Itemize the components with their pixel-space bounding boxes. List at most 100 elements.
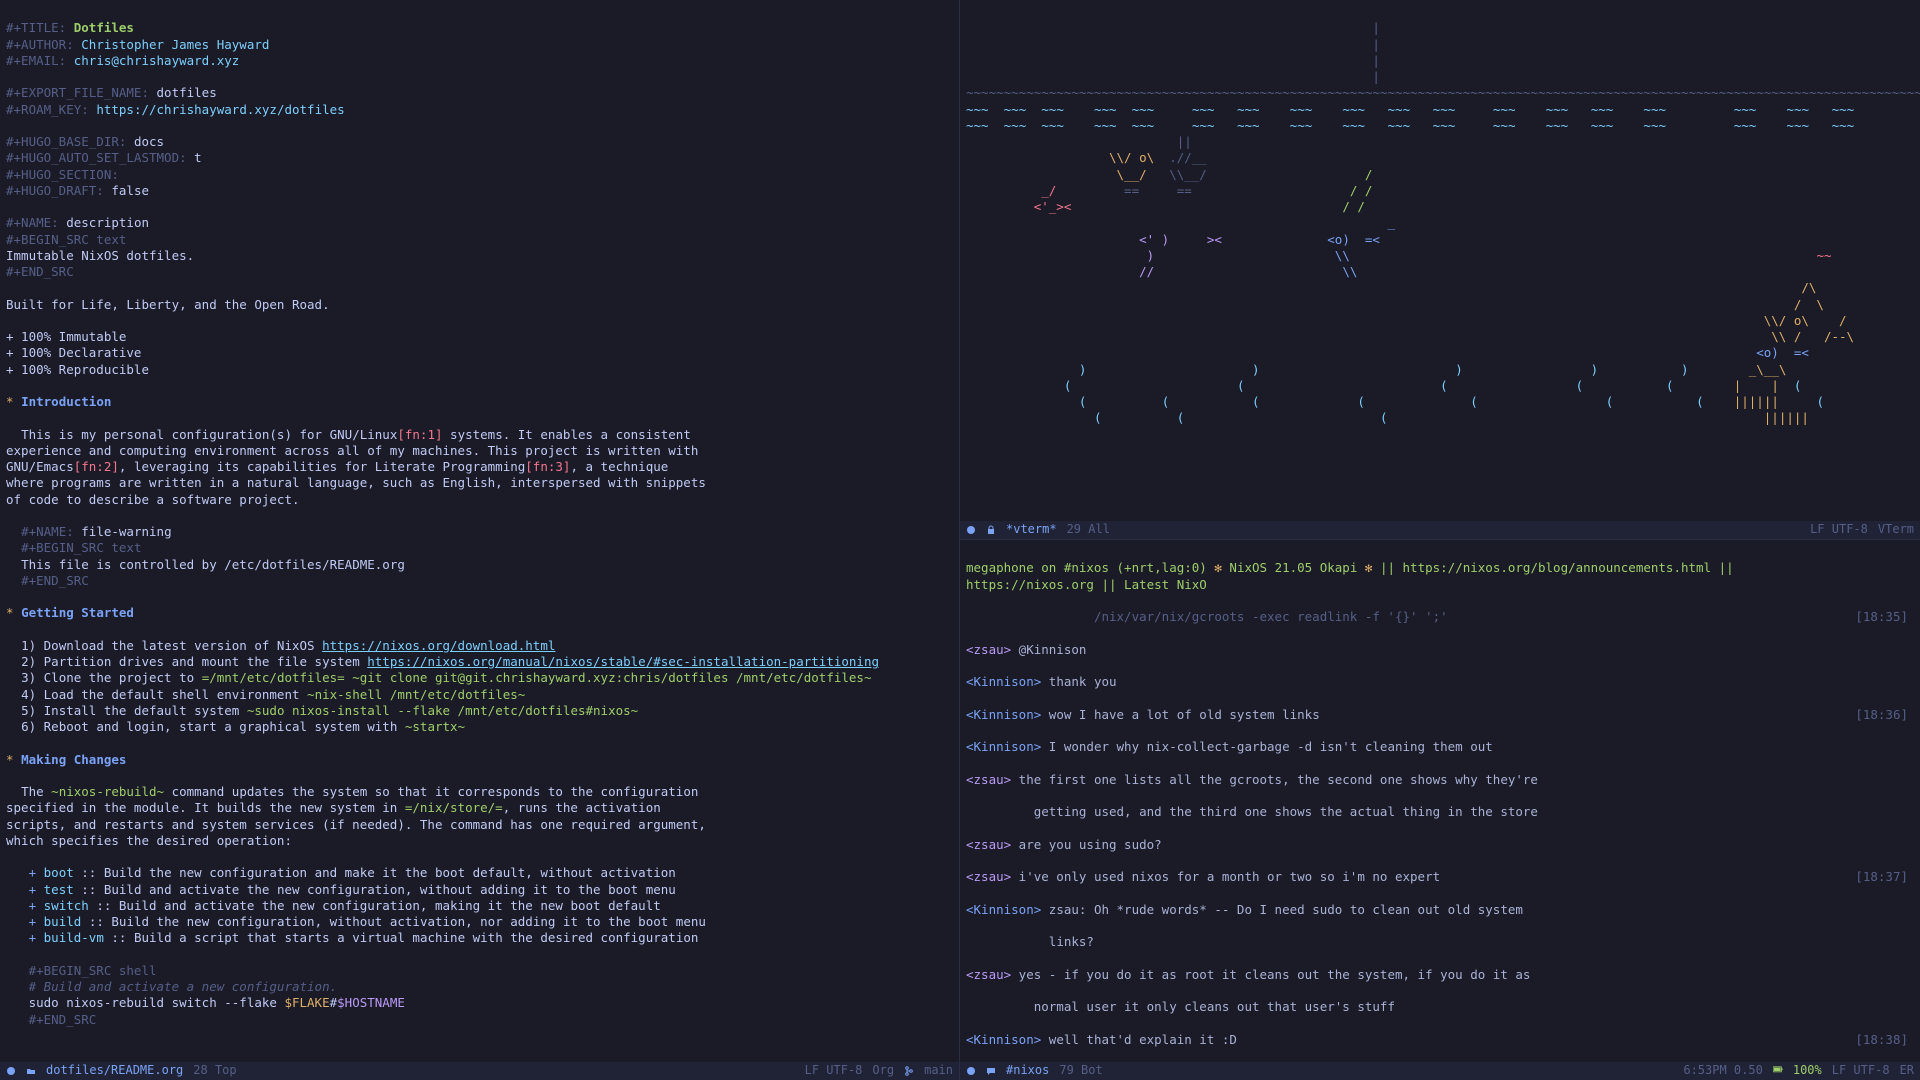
modeline-buffer[interactable]: dotfiles/README.org xyxy=(46,1063,183,1079)
meta-export-key: #+EXPORT_FILE_NAME: xyxy=(6,85,149,100)
heading-star: * xyxy=(6,605,14,620)
meta-hugo-lastmod-key: #+HUGO_AUTO_SET_LASTMOD: xyxy=(6,150,187,165)
heading-making-changes[interactable]: Making Changes xyxy=(21,752,126,767)
lock-icon xyxy=(986,525,996,535)
meta-email-key: #+EMAIL: xyxy=(6,53,66,68)
meta-author-key: #+AUTHOR: xyxy=(6,37,74,52)
folder-icon xyxy=(26,1066,36,1076)
src-body-1: Immutable NixOS dotfiles. xyxy=(6,248,194,263)
meta-roam-val: https://chrishayward.xyz/dotfiles xyxy=(96,102,344,117)
src-body-2: This file is controlled by /etc/dotfiles… xyxy=(21,557,405,572)
nixos-partition-link[interactable]: https://nixos.org/manual/nixos/stable/#s… xyxy=(367,654,879,669)
modeline-pos: 79 Bot xyxy=(1059,1063,1102,1079)
modeline-mode: ER xyxy=(1900,1063,1914,1079)
op-test: test xyxy=(44,882,74,897)
meta-export-val: dotfiles xyxy=(157,85,217,100)
org-buffer-content[interactable]: #+TITLE: Dotfiles #+AUTHOR: Christopher … xyxy=(0,0,959,1062)
begin-src-1: #+BEGIN_SRC text xyxy=(6,232,126,247)
modeline-vcs[interactable]: main xyxy=(924,1063,953,1079)
meta-hugo-base-val: docs xyxy=(134,134,164,149)
src-comment: # Build and activate a new configuration… xyxy=(29,979,338,994)
meta-name2-val: file-warning xyxy=(81,524,171,539)
op-boot: boot xyxy=(44,865,74,880)
erc-pane: megaphone on #nixos (+nrt,lag:0) ✻ NixOS… xyxy=(960,540,1920,1080)
modeline-clock: 6:53PM 0.50 xyxy=(1683,1063,1762,1079)
nixos-download-link[interactable]: https://nixos.org/download.html xyxy=(322,638,555,653)
modeline-vterm: *vterm* 29 All LF UTF-8 VTerm xyxy=(960,521,1920,539)
modeline-mode: Org xyxy=(872,1063,894,1079)
modeline-encoding: LF UTF-8 xyxy=(1810,522,1868,538)
meta-hugo-base-key: #+HUGO_BASE_DIR: xyxy=(6,134,126,149)
erc-content[interactable]: megaphone on #nixos (+nrt,lag:0) ✻ NixOS… xyxy=(960,540,1920,1062)
begin-src-2: #+BEGIN_SRC text xyxy=(21,540,141,555)
heading-intro[interactable]: Introduction xyxy=(21,394,111,409)
irc-line: <Kinnison> I wonder why nix-collect-garb… xyxy=(966,739,1914,755)
irc-line: normal user it only cleans out that user… xyxy=(966,999,1914,1015)
modeline-buffer[interactable]: #nixos xyxy=(1006,1063,1049,1079)
meta-name-key: #+NAME: xyxy=(6,215,59,230)
meta-email-val: chris@chrishayward.xyz xyxy=(74,53,240,68)
bullet-1: + 100% Declarative xyxy=(6,345,141,360)
end-src-2: #+END_SRC xyxy=(21,573,89,588)
erc-topic-cont: [18:35] /nix/var/nix/gcroots -exec readl… xyxy=(966,609,1914,625)
irc-line: <Kinnison> thank you xyxy=(966,674,1914,690)
erc-topic: megaphone on #nixos (+nrt,lag:0) ✻ NixOS… xyxy=(966,560,1914,593)
end-src-3: #+END_SRC xyxy=(29,1012,97,1027)
end-src-1: #+END_SRC xyxy=(6,264,74,279)
bullet-2: + 100% Reproducible xyxy=(6,362,149,377)
bullet-0: + 100% Immutable xyxy=(6,329,126,344)
step-2: 2) Partition drives and mount the file s… xyxy=(21,654,367,669)
modeline-encoding: LF UTF-8 xyxy=(1832,1063,1890,1079)
modeline-pos: 28 Top xyxy=(193,1063,236,1079)
meta-author-val: Christopher James Hayward xyxy=(81,37,269,52)
meta-roam-key: #+ROAM_KEY: xyxy=(6,102,89,117)
heading-star: * xyxy=(6,752,14,767)
src-cmd-line: sudo nixos-rebuild switch --flake $FLAKE… xyxy=(29,995,405,1010)
making-paragraph: The ~nixos-rebuild~ command updates the … xyxy=(6,784,726,849)
meta-title-key: #+TITLE: xyxy=(6,20,66,35)
heading-star: * xyxy=(6,394,14,409)
irc-line: <zsau> @Kinnison xyxy=(966,642,1914,658)
op-build: build xyxy=(44,914,82,929)
modeline-mode: VTerm xyxy=(1878,522,1914,538)
irc-line: <zsau> yes - if you do it as root it cle… xyxy=(966,967,1914,983)
irc-line: getting used, and the third one shows th… xyxy=(966,804,1914,820)
modeline-encoding: LF UTF-8 xyxy=(805,1063,863,1079)
op-switch: switch xyxy=(44,898,89,913)
meta-hugo-section-key: #+HUGO_SECTION: xyxy=(6,167,119,182)
step-5: 5) Install the default system xyxy=(21,703,247,718)
step-4: 4) Load the default shell environment xyxy=(21,687,307,702)
circle-icon xyxy=(966,1066,976,1076)
irc-line: <zsau> are you using sudo? xyxy=(966,837,1914,853)
heading-getting-started[interactable]: Getting Started xyxy=(21,605,134,620)
meta-hugo-draft-key: #+HUGO_DRAFT: xyxy=(6,183,104,198)
irc-line: <Kinnison> zsau: Oh *rude words* -- Do I… xyxy=(966,902,1914,918)
modeline-buffer[interactable]: *vterm* xyxy=(1006,522,1057,538)
org-buffer-pane: #+TITLE: Dotfiles #+AUTHOR: Christopher … xyxy=(0,0,960,1080)
circle-icon xyxy=(6,1066,16,1076)
irc-line: [18:37]<zsau> i've only used nixos for a… xyxy=(966,869,1914,885)
meta-hugo-draft-val: false xyxy=(111,183,149,198)
meta-name2-key: #+NAME: xyxy=(21,524,74,539)
step-3: 3) Clone the project to xyxy=(21,670,202,685)
modeline-erc: #nixos 79 Bot 6:53PM 0.50 100% LF UTF-8 … xyxy=(960,1062,1920,1080)
branch-icon xyxy=(904,1066,914,1076)
modeline-left: dotfiles/README.org 28 Top LF UTF-8 Org … xyxy=(0,1062,959,1080)
modeline-battery: 100% xyxy=(1793,1063,1822,1079)
circle-icon xyxy=(966,525,976,535)
irc-line: <zsau> the first one lists all the gcroo… xyxy=(966,772,1914,788)
op-build-vm: build-vm xyxy=(44,930,104,945)
step-1: 1) Download the latest version of NixOS xyxy=(21,638,322,653)
step-6: 6) Reboot and login, start a graphical s… xyxy=(21,719,405,734)
begin-src-3: #+BEGIN_SRC shell xyxy=(29,963,157,978)
intro-paragraph: This is my personal configuration(s) for… xyxy=(6,427,706,508)
vterm-pane: | | | | ~~~~~~~~~~~~~~~~~~~~~~~~~~~~~~ xyxy=(960,0,1920,540)
irc-line: links? xyxy=(966,934,1914,950)
modeline-pos: 29 All xyxy=(1067,522,1110,538)
vterm-content[interactable]: | | | | ~~~~~~~~~~~~~~~~~~~~~~~~~~~~~~ xyxy=(960,0,1920,521)
irc-line: [18:38]<Kinnison> well that'd explain it… xyxy=(966,1032,1914,1048)
tagline: Built for Life, Liberty, and the Open Ro… xyxy=(6,297,330,312)
meta-name-val: description xyxy=(66,215,149,230)
battery-icon xyxy=(1773,1066,1783,1076)
irc-line: [18:36]<Kinnison> wow I have a lot of ol… xyxy=(966,707,1914,723)
